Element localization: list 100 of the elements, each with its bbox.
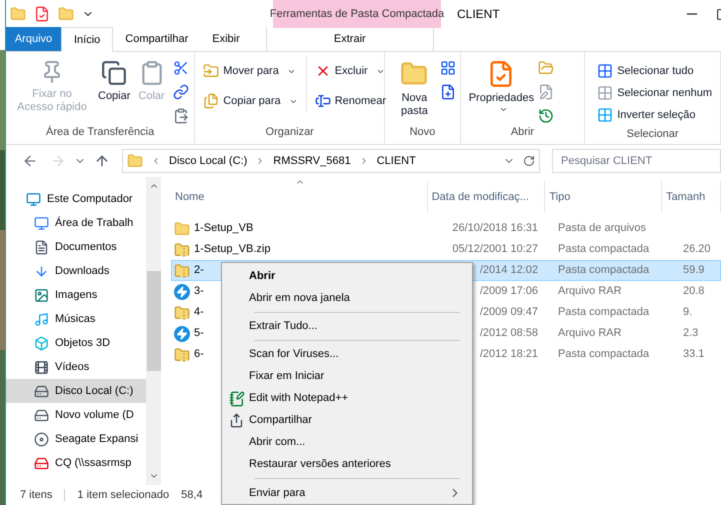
menu-item[interactable]: Restaurar versões anteriores — [224, 454, 470, 476]
nav-item[interactable]: Área de Trabalh — [6, 211, 146, 235]
file-name[interactable]: 2- — [194, 262, 204, 279]
search-field[interactable]: Pesquisar CLIENT — [552, 149, 721, 173]
share-icon — [229, 413, 244, 428]
desktop-icon — [34, 216, 49, 230]
group-label: Abrir — [510, 125, 536, 140]
date-text: /2012 08:58 — [480, 326, 538, 342]
easy-access-icon[interactable] — [440, 84, 456, 100]
menu-item[interactable]: Abrir com... — [224, 432, 470, 454]
up-button[interactable] — [94, 153, 110, 169]
menu-item[interactable]: Edit with Notepad++ — [224, 388, 470, 410]
edit-icon[interactable] — [538, 84, 554, 100]
properties-icon[interactable] — [34, 6, 50, 22]
column-header[interactable]: Tamanh — [662, 181, 721, 213]
nav-item[interactable]: Músicas — [6, 307, 146, 331]
ribbon-button[interactable]: Copiar para — [199, 90, 302, 112]
column-header[interactable]: Data de modificaç... — [428, 181, 546, 213]
zip-folder-icon — [174, 346, 190, 362]
file-name[interactable]: 3- — [194, 283, 204, 300]
group-label: Área de Transferência — [44, 124, 156, 140]
ribbon-tab[interactable]: Arquivo — [6, 27, 61, 51]
select-none-icon — [597, 85, 614, 101]
ribbon-button[interactable]: Inverter seleção — [593, 104, 716, 126]
new-item-icon[interactable] — [440, 60, 456, 76]
history-icon[interactable] — [538, 108, 554, 124]
date-text: 26/10/2018 16:31 — [452, 221, 538, 236]
column-header[interactable]: Nome — [171, 181, 428, 213]
menu-item[interactable]: Compartilhar — [224, 410, 470, 432]
size-text: 2.3 — [682, 326, 698, 342]
date-text: /2009 17:06 — [480, 284, 538, 300]
copy-path-icon[interactable] — [172, 84, 189, 100]
status-text: 58,4 — [181, 488, 203, 503]
file-name[interactable]: 1-Setup_VB — [194, 220, 254, 237]
ribbon-button[interactable]: Selecionar nenhum — [593, 82, 716, 104]
nav-item[interactable]: Seagate Expansi — [6, 427, 146, 451]
address-bar[interactable]: Disco Local (C:) RMSSRV_5681 CLIENT — [122, 149, 540, 173]
zip-folder-icon — [174, 304, 190, 320]
breadcrumb[interactable]: CLIENT — [376, 152, 416, 170]
ribbon-tab[interactable]: Exibir — [200, 27, 252, 51]
refresh-button[interactable] — [523, 155, 535, 167]
cut-icon[interactable] — [172, 60, 189, 76]
menu-item[interactable]: Abrir — [224, 265, 470, 287]
folder-icon — [174, 220, 190, 236]
paste-shortcut-icon[interactable] — [172, 108, 189, 124]
size-text: 9. — [682, 305, 692, 320]
ribbon-button[interactable]: Selecionar tudo — [593, 60, 716, 82]
lightning-icon — [174, 326, 190, 342]
nav-item[interactable]: Disco Local (C:) — [6, 379, 146, 403]
ribbon-tab[interactable]: Início — [61, 27, 114, 52]
scrollbar[interactable] — [146, 177, 161, 485]
type-text: Arquivo RAR — [557, 284, 623, 300]
nav-item[interactable]: Imagens — [6, 283, 146, 307]
ribbon-button[interactable]: Renomear — [310, 90, 390, 112]
ribbon-button[interactable]: Mover para — [199, 60, 302, 82]
copy-icon — [101, 60, 128, 86]
menu-item[interactable]: Fixar em Iniciar — [224, 366, 470, 388]
ribbon-button[interactable]: Excluir — [310, 60, 390, 82]
ribbon-button[interactable]: Nova pasta — [389, 56, 440, 118]
type-text: Pasta de arquivos — [557, 221, 648, 236]
file-name[interactable]: 1-Setup_VB.zip — [194, 241, 270, 258]
move-icon — [203, 63, 220, 79]
select-all-icon — [597, 63, 614, 79]
back-button[interactable] — [22, 153, 38, 169]
ribbon-button[interactable]: Copiar — [94, 56, 134, 103]
ribbon-button[interactable]: Propriedades — [464, 56, 538, 114]
ribbon-tab[interactable]: Extrair — [266, 27, 434, 51]
status-text: 7 itens — [20, 488, 52, 503]
network-icon — [34, 456, 49, 470]
type-text: Arquivo RAR — [557, 326, 623, 342]
nav-item[interactable]: Este Computador — [6, 187, 146, 211]
size-text: 33.1 — [682, 347, 704, 362]
caret-icon — [498, 105, 508, 114]
documents-icon — [34, 240, 49, 254]
date-text: 05/12/2001 10:27 — [452, 242, 538, 258]
computer-icon — [26, 192, 41, 206]
breadcrumb[interactable]: RMSSRV_5681 — [273, 152, 351, 170]
menu-item[interactable]: Abrir em nova janela — [224, 287, 470, 309]
ribbon-tab[interactable]: Compartilhar — [113, 27, 200, 51]
file-name[interactable]: 4- — [194, 304, 204, 321]
type-text: Pasta compactada — [557, 347, 650, 362]
nav-item[interactable]: CQ (\\ssasrmsp — [6, 451, 146, 475]
file-name[interactable]: 6- — [194, 346, 204, 363]
file-name[interactable]: 5- — [194, 325, 204, 342]
drive-icon — [34, 384, 49, 398]
external-icon — [34, 432, 49, 446]
zip-folder-icon — [174, 262, 190, 278]
nav-item[interactable]: Novo volume (D — [6, 403, 146, 427]
nav-item[interactable]: Vídeos — [6, 355, 146, 379]
nav-item[interactable]: Downloads — [6, 259, 146, 283]
breadcrumb[interactable]: Disco Local (C:) — [169, 152, 248, 170]
menu-item[interactable]: Scan for Viruses... — [224, 344, 470, 366]
type-text: Pasta compactada — [557, 305, 650, 320]
column-header[interactable]: Tipo — [545, 181, 662, 213]
nav-item[interactable]: Objetos 3D — [6, 331, 146, 355]
menu-item[interactable]: Enviar para — [224, 482, 470, 504]
nav-item[interactable]: Documentos — [6, 235, 146, 259]
rename-icon — [314, 93, 331, 109]
menu-item[interactable]: Extrair Tudo... — [224, 315, 470, 338]
videos-icon — [34, 360, 49, 374]
